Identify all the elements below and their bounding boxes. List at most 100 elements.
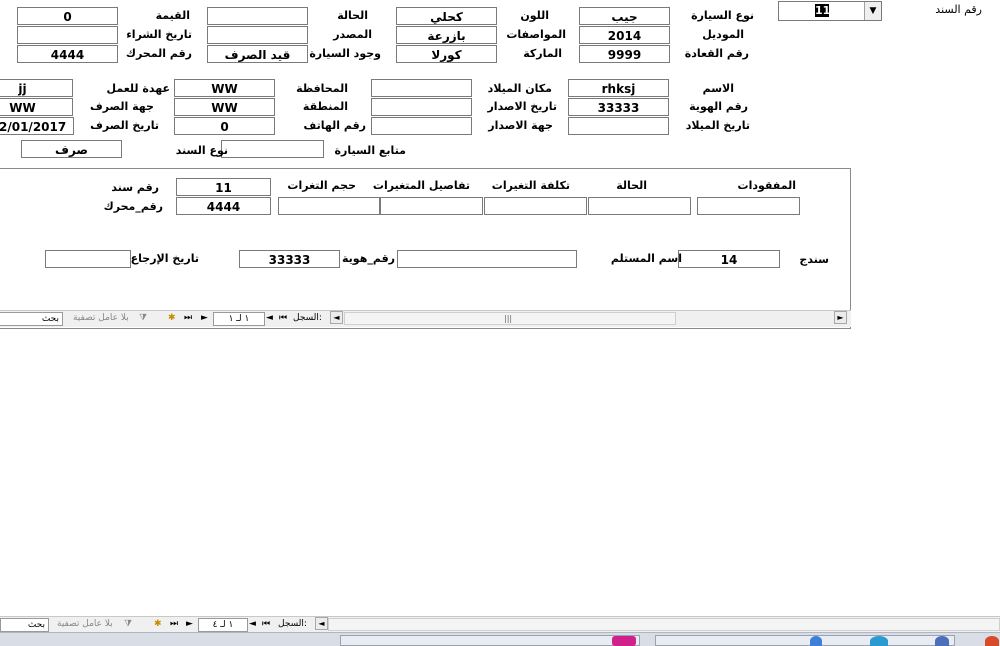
- custody-label: عهدة للعمل: [106, 82, 170, 95]
- engine-no-label: رقم المحرك: [125, 47, 192, 60]
- doc-type-label: نوع السند: [175, 144, 228, 157]
- issue-place-label: جهة الاصدار: [488, 119, 553, 132]
- doc-type-field[interactable]: صرف: [21, 140, 122, 158]
- birth-place-label: مكان الميلاد: [487, 82, 552, 95]
- governorate-field[interactable]: WW: [174, 79, 275, 97]
- phone-field[interactable]: 0: [174, 117, 275, 135]
- scroll-left-arrow-icon[interactable]: ◄: [330, 311, 343, 324]
- filter-icon[interactable]: ⧩: [139, 312, 147, 325]
- horizontal-scrollbar[interactable]: |||: [344, 312, 676, 325]
- color-field[interactable]: كحلي: [396, 7, 497, 25]
- cell-change-cost[interactable]: [484, 197, 587, 215]
- doc-number-label: رقم السند: [935, 3, 982, 16]
- taskbar-button[interactable]: [340, 635, 640, 646]
- main-horizontal-scrollbar[interactable]: [328, 618, 1000, 631]
- sub-id-label: رقم_هوية: [342, 252, 395, 265]
- cell-status[interactable]: [588, 197, 691, 215]
- car-type-field[interactable]: جيب: [579, 7, 670, 25]
- governorate-label: المحافظة: [296, 82, 348, 95]
- name-field[interactable]: rhksj: [568, 79, 669, 97]
- sub-doc-no-field[interactable]: 11: [176, 178, 271, 196]
- seats-label: رقم القعادة: [684, 47, 749, 60]
- issue-date-field[interactable]: [371, 98, 472, 116]
- id-field[interactable]: 33333: [568, 98, 669, 116]
- main-record-navigator: ◄ السجل: ⏮ ◄ ١ لـ ٤ ► ⏭ ✱ ⧩ بلا عامل تصف…: [0, 616, 1000, 633]
- main-next-record-icon[interactable]: ►: [186, 618, 193, 631]
- voucher-label: سندج: [799, 253, 829, 266]
- first-record-icon[interactable]: ⏮: [279, 312, 287, 325]
- issue-place-field[interactable]: [371, 117, 472, 135]
- main-first-record-icon[interactable]: ⏮: [262, 618, 270, 631]
- source-label: المصدر: [333, 28, 372, 41]
- car-type-label: نوع السيارة: [691, 9, 754, 22]
- seats-field[interactable]: 9999: [579, 45, 670, 63]
- brand-label: الماركة: [523, 47, 562, 60]
- receiver-label: اسم المستلم: [610, 252, 682, 265]
- brand-field[interactable]: كورلا: [396, 45, 497, 63]
- main-filter-icon[interactable]: ⧩: [124, 618, 132, 631]
- scroll-thumb-grip-icon: |||: [504, 314, 513, 323]
- status-field[interactable]: [207, 7, 308, 25]
- sub-doc-no-label: رقم سند: [111, 181, 159, 194]
- model-field[interactable]: 2014: [579, 26, 670, 44]
- disburse-party-field[interactable]: WW: [0, 98, 73, 116]
- record-label: السجل:: [293, 313, 322, 323]
- name-label: الاسم: [702, 82, 734, 95]
- chevron-down-icon[interactable]: ▼: [864, 2, 881, 20]
- purchase-date-field[interactable]: [17, 26, 118, 44]
- specs-field[interactable]: بازرعة: [396, 26, 497, 44]
- birth-place-field[interactable]: [371, 79, 472, 97]
- specs-label: المواصفات: [506, 28, 566, 41]
- main-search-input[interactable]: بحث: [0, 618, 49, 632]
- disburse-date-label: تاريخ الصرف: [90, 119, 159, 132]
- receiver-field[interactable]: [397, 250, 577, 268]
- disburse-date-field[interactable]: 2/01/2017: [0, 117, 74, 135]
- doc-number-combobox[interactable]: 11 ▼: [778, 1, 882, 21]
- main-no-filter-label[interactable]: بلا عامل تصفية: [57, 618, 113, 631]
- cell-change-details[interactable]: [380, 197, 483, 215]
- col-header-change-cost: تكلفة التغيرات: [491, 179, 570, 192]
- cell-change-size[interactable]: [278, 197, 380, 215]
- last-record-icon[interactable]: ⏭: [184, 312, 192, 325]
- birth-date-field[interactable]: [568, 117, 669, 135]
- sub-engine-field[interactable]: 4444: [176, 197, 271, 215]
- main-record-label: السجل:: [278, 619, 307, 629]
- id-label: رقم الهوية: [689, 100, 748, 113]
- main-record-number-input[interactable]: ١ لـ ٤: [198, 618, 248, 632]
- next-record-icon[interactable]: ►: [201, 312, 208, 325]
- col-header-missing: المفقودات: [737, 179, 796, 192]
- main-prev-record-icon[interactable]: ◄: [249, 618, 256, 631]
- return-date-field[interactable]: [45, 250, 131, 268]
- source-field[interactable]: [207, 26, 308, 44]
- record-number-input[interactable]: ١ لـ ١: [213, 312, 265, 326]
- main-last-record-icon[interactable]: ⏭: [170, 618, 178, 631]
- sub-id-field[interactable]: 33333: [239, 250, 340, 268]
- taskbar: [0, 632, 1000, 646]
- car-presence-label: وجود السيارة: [309, 47, 381, 60]
- value-field[interactable]: 0: [17, 7, 118, 25]
- car-accessories-field[interactable]: [221, 140, 324, 158]
- subform-panel: المفقودات الحالة تكلفة التغيرات تفاصيل ا…: [0, 168, 851, 329]
- color-label: اللون: [520, 9, 549, 22]
- purchase-date-label: تاريخ الشراء: [126, 28, 192, 41]
- custody-field[interactable]: jj: [0, 79, 73, 97]
- no-filter-label[interactable]: بلا عامل تصفية: [73, 312, 129, 325]
- region-field[interactable]: WW: [174, 98, 275, 116]
- taskbar-button[interactable]: [655, 635, 955, 646]
- model-label: الموديل: [702, 28, 744, 41]
- engine-no-field[interactable]: 4444: [17, 45, 118, 63]
- car-presence-field[interactable]: قيد الصرف: [207, 45, 308, 63]
- new-record-icon[interactable]: ✱: [168, 312, 176, 325]
- main-new-record-icon[interactable]: ✱: [154, 618, 162, 631]
- doc-number-value: 11: [815, 4, 831, 17]
- cell-missing[interactable]: [697, 197, 800, 215]
- prev-record-icon[interactable]: ◄: [266, 312, 273, 325]
- value-label: القيمة: [155, 9, 190, 22]
- scroll-right-arrow-icon[interactable]: ►: [834, 311, 847, 324]
- col-header-change-size: حجم التغرات: [287, 179, 356, 192]
- region-label: المنطقة: [302, 100, 348, 113]
- search-input[interactable]: بحث: [0, 312, 63, 326]
- voucher-field[interactable]: 14: [678, 250, 780, 268]
- disburse-party-label: جهة الصرف: [89, 100, 154, 113]
- main-scroll-left-arrow-icon[interactable]: ◄: [315, 617, 328, 630]
